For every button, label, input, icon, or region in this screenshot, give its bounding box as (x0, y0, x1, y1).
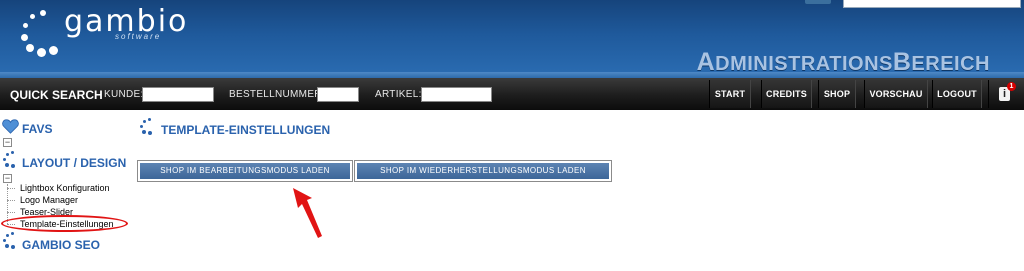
bestellnummer-label: BESTELLNUMMER: (229, 89, 325, 100)
nav-shop-button[interactable]: SHOP (818, 80, 856, 108)
quick-search-bar: QUICK SEARCH KUNDE: BESTELLNUMMER: ARTIK… (0, 78, 1024, 110)
sidebar-layout-design[interactable]: LAYOUT / DESIGN (22, 156, 126, 170)
heart-icon (2, 119, 19, 134)
tree-branch (7, 212, 15, 213)
layout-design-dots-icon (3, 151, 19, 168)
artikel-label: ARTIKEL: (375, 89, 422, 100)
notification-badge: 1 (1007, 82, 1016, 91)
edit-mode-button-label: SHOP IM BEARBEITUNGSMODUS LADEN (140, 163, 350, 179)
annotation-ellipse (1, 215, 128, 232)
logo-subtext: software (115, 32, 162, 41)
nav-vorschau-button[interactable]: VORSCHAU (864, 80, 928, 108)
info-button[interactable]: i 1 (988, 80, 1018, 108)
tree-branch (7, 200, 15, 201)
tree-line (7, 184, 8, 224)
kunde-label: KUNDE: (104, 89, 144, 100)
nav-credits-button[interactable]: CREDITS (761, 80, 812, 108)
restore-mode-button-label: SHOP IM WIEDERHERSTELLUNGSMODUS LADEN (357, 163, 609, 179)
restore-mode-button[interactable]: SHOP IM WIEDERHERSTELLUNGSMODUS LADEN (354, 160, 612, 182)
edit-mode-button[interactable]: SHOP IM BEARBEITUNGSMODUS LADEN (137, 160, 353, 182)
sidebar-item-lightbox-konfiguration[interactable]: Lightbox Konfiguration (20, 183, 110, 193)
title-dots-icon (140, 118, 156, 135)
header-search-input[interactable] (843, 0, 1021, 8)
bestellnummer-input[interactable] (317, 87, 359, 102)
tree-branch (7, 188, 15, 189)
artikel-input[interactable] (421, 87, 492, 102)
sidebar-favs[interactable]: FAVS (22, 122, 52, 136)
header-tool-icon[interactable] (805, 0, 831, 4)
admin-header: gambio software ADMINISTRATIONSBEREICH (0, 0, 1024, 78)
page-title: TEMPLATE-EINSTELLUNGEN (161, 123, 331, 137)
nav-start-button[interactable]: START (709, 80, 751, 108)
favs-toggle[interactable]: − (3, 138, 12, 147)
nav-logout-button[interactable]: LOGOUT (932, 80, 982, 108)
quick-search-label: QUICK SEARCH (10, 88, 103, 102)
gambio-logo-icon (18, 6, 70, 58)
annotation-arrow-icon (293, 188, 322, 238)
kunde-input[interactable] (142, 87, 214, 102)
sidebar-gambio-seo[interactable]: GAMBIO SEO (22, 238, 100, 252)
layout-design-toggle[interactable]: − (3, 174, 12, 183)
sidebar-item-logo-manager[interactable]: Logo Manager (20, 195, 78, 205)
gambio-seo-dots-icon (3, 232, 19, 249)
